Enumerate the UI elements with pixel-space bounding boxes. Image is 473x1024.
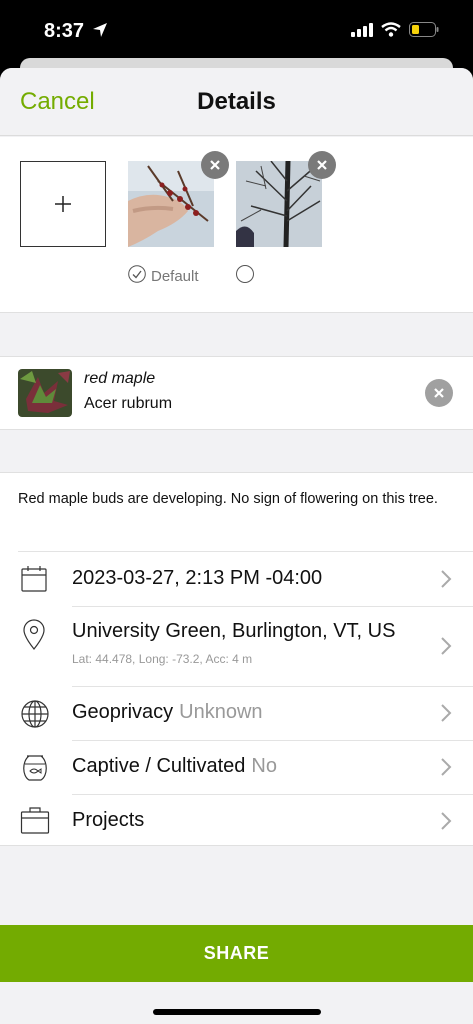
geoprivacy-label: Geoprivacy Unknown <box>72 701 263 724</box>
projects-label: Projects <box>72 809 145 831</box>
checkmark-circle-icon <box>128 265 146 287</box>
taxon-row[interactable]: red maple Acer rubrum <box>0 356 473 430</box>
chevron-right-icon <box>440 569 452 594</box>
captive-label: Captive / Cultivated No <box>72 755 277 778</box>
location-arrow-icon <box>92 22 108 43</box>
default-label: Default <box>151 267 199 285</box>
captive-row[interactable]: Captive / Cultivated No <box>0 741 473 794</box>
taxon-thumbnail <box>18 369 72 417</box>
battery-icon <box>409 22 439 42</box>
location-pin-icon <box>20 619 48 656</box>
status-time: 8:37 <box>44 20 85 42</box>
notes-text[interactable]: Red maple buds are developing. No sign o… <box>18 489 448 509</box>
geoprivacy-title: Geoprivacy <box>72 701 174 723</box>
signal-icon <box>351 22 373 42</box>
location-name: University Green, Burlington, VT, US <box>72 620 396 642</box>
calendar-icon <box>20 565 48 598</box>
details-section: Red maple buds are developing. No sign o… <box>0 472 473 846</box>
geoprivacy-row[interactable]: Geoprivacy Unknown <box>0 687 473 740</box>
close-icon <box>317 160 327 170</box>
chevron-right-icon <box>440 636 452 661</box>
wifi-icon <box>381 22 401 42</box>
captive-value: No <box>251 755 277 777</box>
globe-icon <box>20 699 50 734</box>
date-value: 2023-03-27, 2:13 PM -04:00 <box>72 567 323 589</box>
briefcase-icon <box>20 806 50 841</box>
location-row[interactable]: University Green, Burlington, VT, US Lat… <box>0 607 473 686</box>
taxon-scientific-name: Acer rubrum <box>84 395 173 412</box>
status-bar: 8:37 <box>0 0 473 62</box>
location-coordinates: Lat: 44.478, Long: -73.2, Acc: 4 m <box>72 652 253 666</box>
nav-bar: Cancel Details <box>0 68 473 136</box>
remove-photo-1-button[interactable] <box>201 151 229 179</box>
photos-section: Default <box>0 137 473 313</box>
remove-photo-2-button[interactable] <box>308 151 336 179</box>
plus-icon <box>55 196 71 212</box>
photo-thumbnail-2[interactable] <box>236 161 322 247</box>
photo-thumbnail-1[interactable] <box>128 161 214 247</box>
add-photo-button[interactable] <box>20 161 106 247</box>
clear-taxon-button[interactable] <box>425 379 453 407</box>
taxon-common-name: red maple <box>84 370 156 387</box>
chevron-right-icon <box>440 757 452 782</box>
share-button[interactable]: SHARE <box>0 925 473 982</box>
default-photo-indicator[interactable]: Default <box>128 265 199 287</box>
home-indicator <box>153 1009 321 1015</box>
close-icon <box>210 160 220 170</box>
details-sheet: Cancel Details Default red maple Acer ru… <box>0 68 473 1024</box>
chevron-right-icon <box>440 703 452 728</box>
projects-row[interactable]: Projects <box>0 795 473 847</box>
captive-title: Captive / Cultivated <box>72 755 246 777</box>
geoprivacy-value: Unknown <box>179 701 263 723</box>
date-row[interactable]: 2023-03-27, 2:13 PM -04:00 <box>0 552 473 606</box>
close-icon <box>434 388 444 398</box>
chevron-right-icon <box>440 811 452 836</box>
fishbowl-icon <box>20 752 50 787</box>
page-title: Details <box>197 88 276 115</box>
set-default-radio[interactable] <box>236 265 254 283</box>
